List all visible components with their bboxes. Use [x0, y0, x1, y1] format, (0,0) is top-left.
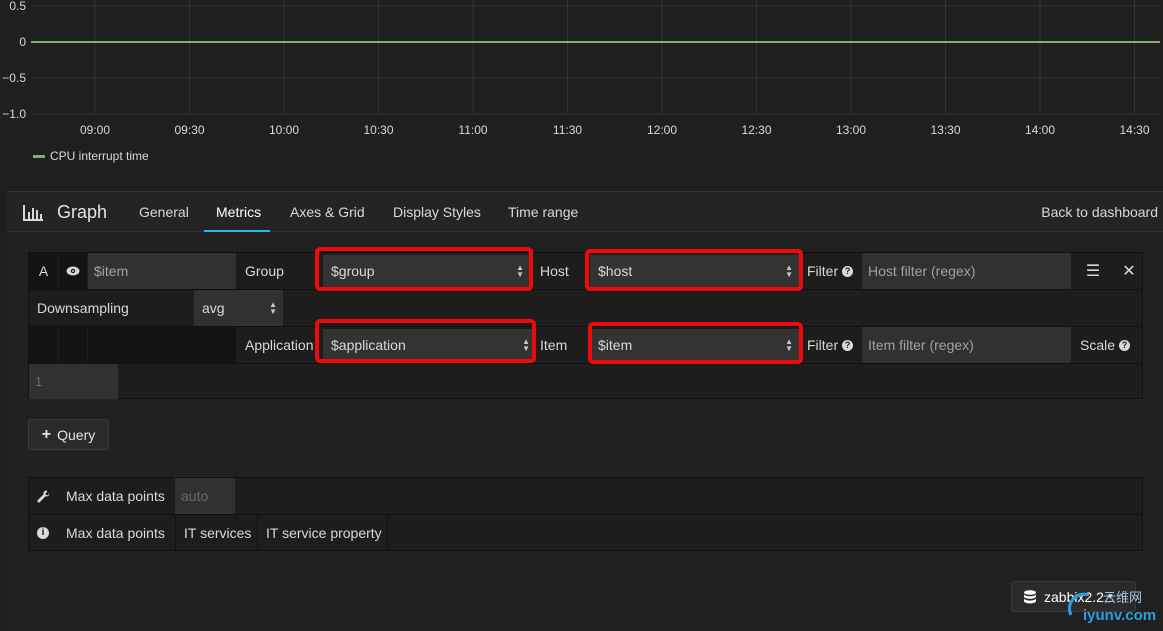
item-filter-label: Filter ? — [799, 327, 861, 363]
help-icon[interactable]: ? — [1119, 339, 1131, 351]
y-tick-label: −0.5 — [2, 71, 26, 85]
it-services-button[interactable]: IT services — [175, 515, 257, 551]
x-tick-label: 11:00 — [458, 123, 487, 137]
caret-down-icon: ▾ — [1107, 591, 1113, 601]
downsampling-label: Downsampling — [37, 300, 129, 316]
tab-axes-grid[interactable]: Axes & Grid — [290, 204, 365, 220]
row3-spacer-b — [59, 327, 87, 363]
highlight-application — [315, 319, 536, 363]
tab-general[interactable]: General — [139, 204, 189, 220]
host-filter-label: Filter ? — [799, 253, 861, 289]
host-label: Host — [540, 263, 569, 279]
database-icon — [1024, 589, 1036, 603]
scale-label: Scale ? — [1072, 327, 1137, 363]
highlight-host — [585, 249, 803, 291]
info-max-data-points[interactable]: Max data points — [58, 515, 174, 551]
row-divider — [29, 326, 1143, 327]
y-tick-label: 0 — [19, 35, 26, 49]
menu-icon[interactable]: ☰ — [1072, 253, 1114, 289]
info-icon: i — [29, 515, 57, 551]
scale-label-text: Scale — [1080, 337, 1116, 353]
filter-label-text: Filter — [807, 337, 839, 353]
max-data-points-label: Max data points — [66, 488, 165, 504]
x-tick-label: 14:00 — [1025, 123, 1055, 137]
alias-input[interactable]: $item — [88, 253, 236, 289]
group-label: Group — [245, 263, 284, 279]
query-options: Max data points auto i Max data points I… — [28, 477, 1143, 551]
x-tick-label: 09:00 — [80, 123, 110, 137]
item-filter-input[interactable]: Item filter (regex) — [862, 327, 1071, 363]
add-query-button[interactable]: + Query — [28, 419, 109, 450]
query-ref-id[interactable]: A — [29, 253, 58, 289]
eye-icon[interactable] — [59, 253, 87, 289]
tab-metrics[interactable]: Metrics — [216, 204, 261, 220]
bar-chart-icon — [23, 204, 43, 221]
panel-editor: Graph General Metrics Axes & Grid Displa… — [7, 191, 1163, 631]
legend-label: CPU interrupt time — [50, 149, 149, 163]
x-tick-label: 14:30 — [1119, 123, 1149, 137]
back-to-dashboard-link[interactable]: Back to dashboard — [1041, 204, 1158, 220]
it-service-property-button[interactable]: IT service property — [257, 515, 388, 551]
x-tick-label: 10:00 — [269, 123, 299, 137]
x-tick-label: 13:00 — [836, 123, 866, 137]
editor-title: Graph — [23, 202, 107, 223]
x-tick-label: 12:00 — [647, 123, 677, 137]
close-icon[interactable]: ✕ — [1115, 253, 1143, 289]
x-tick-label: 11:30 — [553, 123, 582, 137]
row3-spacer-c — [88, 327, 236, 363]
y-tick-label: −1.0 — [2, 107, 26, 121]
metrics-tab-body: A $item Group $group ▲ ▼ Host $host ▲ ▼ Fi… — [7, 233, 1163, 631]
editor-tabbar: Graph General Metrics Axes & Grid Displa… — [7, 192, 1163, 232]
editor-title-text: Graph — [57, 202, 108, 222]
tab-time-range[interactable]: Time range — [508, 204, 578, 220]
highlight-item — [588, 322, 803, 364]
add-query-label: Query — [57, 426, 96, 443]
wrench-icon — [29, 478, 57, 514]
tab-display-styles[interactable]: Display Styles — [393, 204, 481, 220]
x-tick-label: 13:30 — [930, 123, 960, 137]
row-divider — [29, 363, 1143, 364]
item-label: Item — [540, 337, 568, 353]
downsampling-select[interactable]: avg ▲ ▼ — [194, 290, 283, 326]
x-tick-label: 09:30 — [174, 123, 204, 137]
y-tick-label: 0.5 — [9, 0, 26, 13]
help-icon[interactable]: ? — [842, 339, 854, 351]
help-icon[interactable]: ? — [842, 265, 854, 277]
graph-panel: 0.5 0 −0.5 −1.0 09:00 09:30 10:00 10:30 11:00 11:… — [0, 0, 1163, 172]
filter-label-text: Filter — [807, 263, 839, 279]
row3-spacer-a — [29, 327, 58, 363]
max-data-points-input[interactable]: auto — [175, 478, 235, 514]
highlight-group — [315, 247, 533, 291]
application-label: Application — [245, 337, 314, 353]
chart-legend[interactable]: CPU interrupt time — [33, 149, 149, 163]
datasource-label: zabbix2.2 — [1044, 588, 1104, 605]
scale-input[interactable]: 1 — [29, 364, 118, 399]
legend-swatch — [33, 154, 45, 158]
plus-icon: + — [41, 425, 52, 443]
cpu-chart: 0.5 0 −0.5 −1.0 09:00 09:30 10:00 10:30 11:00 11:… — [2, 0, 1160, 137]
datasource-button[interactable]: zabbix2.2 ▾ — [1011, 581, 1136, 612]
downsampling-select-value: avg — [202, 300, 225, 316]
select-arrows-icon: ▲ ▼ — [269, 300, 277, 316]
host-filter-input[interactable]: Host filter (regex) — [862, 253, 1071, 289]
active-tab-indicator — [204, 230, 270, 232]
x-tick-label: 10:30 — [363, 123, 393, 137]
x-tick-label: 12:30 — [741, 123, 771, 137]
